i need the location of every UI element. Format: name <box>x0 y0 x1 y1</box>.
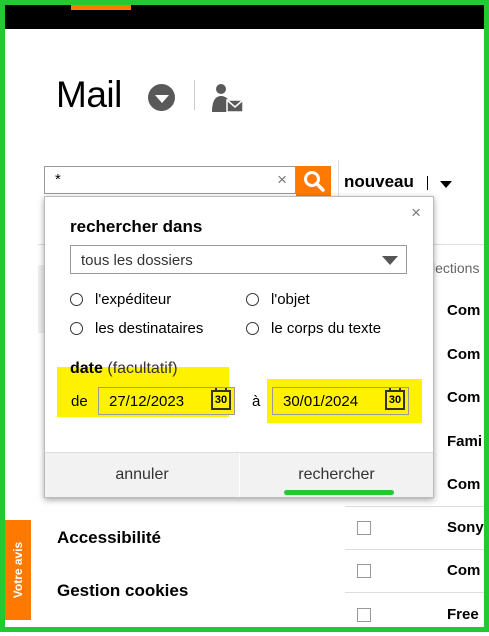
sender: Com <box>447 346 481 363</box>
title-separator <box>194 80 195 110</box>
sender: Com <box>447 389 481 406</box>
close-icon[interactable]: × <box>411 203 421 223</box>
feedback-tab[interactable]: Votre avis <box>5 520 31 620</box>
contact-mail-icon[interactable] <box>210 82 246 114</box>
new-split-divider <box>427 176 428 190</box>
search-in-heading: rechercher dans <box>70 217 203 236</box>
folder-select[interactable]: tous les dossiers <box>70 245 407 274</box>
radio-body[interactable]: le corps du texte <box>246 320 381 337</box>
accessibility-link[interactable]: Accessibilité <box>57 528 161 548</box>
radio-dot[interactable] <box>246 293 259 306</box>
from-date-field[interactable]: 27/12/2023 30 <box>98 387 235 415</box>
clear-search-icon[interactable]: × <box>277 170 287 190</box>
selection-header: lections <box>432 260 480 276</box>
calendar-icon[interactable]: 30 <box>211 388 231 410</box>
radio-sender[interactable]: l'expéditeur <box>70 291 171 308</box>
feedback-label: Votre avis <box>11 541 25 599</box>
new-message-button[interactable]: nouveau <box>344 172 414 192</box>
top-tab[interactable] <box>71 5 131 10</box>
to-label: à <box>252 393 261 410</box>
top-bar <box>5 5 484 29</box>
list-item[interactable]: Sony <box>345 507 485 549</box>
sender: Com <box>447 302 481 319</box>
radio-label: le corps du texte <box>271 320 382 337</box>
folder-select-value: tous les dossiers <box>81 252 193 269</box>
date-label: date (facultatif) <box>70 360 178 378</box>
row-checkbox[interactable] <box>357 608 371 622</box>
radio-dot[interactable] <box>246 322 259 335</box>
divider <box>345 549 485 550</box>
cancel-button[interactable]: annuler <box>45 453 239 497</box>
to-date-field[interactable]: 30/01/2024 30 <box>272 387 409 415</box>
search-button[interactable] <box>296 166 331 196</box>
divider <box>345 592 485 593</box>
radio-label: l'expéditeur <box>95 291 172 308</box>
list-item[interactable]: Com <box>345 550 485 592</box>
cookies-link[interactable]: Gestion cookies <box>57 581 188 601</box>
folder-dropdown-icon[interactable] <box>148 84 175 111</box>
radio-recipients[interactable]: les destinataires <box>70 320 203 337</box>
radio-subject[interactable]: l'objet <box>246 291 310 308</box>
row-checkbox[interactable] <box>357 564 371 578</box>
sender: Free <box>447 606 479 623</box>
toolbar-divider <box>338 160 339 200</box>
search-button-underline <box>284 490 394 495</box>
search-icon <box>303 171 325 192</box>
page-title: Mail <box>56 74 122 115</box>
to-date-value: 30/01/2024 <box>283 393 359 410</box>
radio-label: l'objet <box>271 291 310 308</box>
new-options-chevron-icon[interactable] <box>440 181 452 188</box>
search-input[interactable]: * × <box>44 166 296 194</box>
radio-label: les destinataires <box>95 320 204 337</box>
sender: Fami <box>447 433 483 450</box>
from-label: de <box>71 393 88 410</box>
date-title: date <box>70 360 103 377</box>
sender: Sony <box>447 519 484 536</box>
sender: Com <box>447 562 481 579</box>
from-date-value: 27/12/2023 <box>109 393 185 410</box>
divider <box>345 506 485 507</box>
search-query: * <box>55 171 61 188</box>
sender: Com <box>447 476 481 493</box>
calendar-icon[interactable]: 30 <box>385 388 405 410</box>
chevron-down-icon <box>382 256 398 265</box>
radio-dot[interactable] <box>70 322 83 335</box>
list-item[interactable]: Free <box>345 594 485 636</box>
date-optional: (facultatif) <box>107 360 178 377</box>
radio-dot[interactable] <box>70 293 83 306</box>
search-options-popup: × rechercher dans tous les dossiers l'ex… <box>44 196 434 498</box>
row-checkbox[interactable] <box>357 521 371 535</box>
